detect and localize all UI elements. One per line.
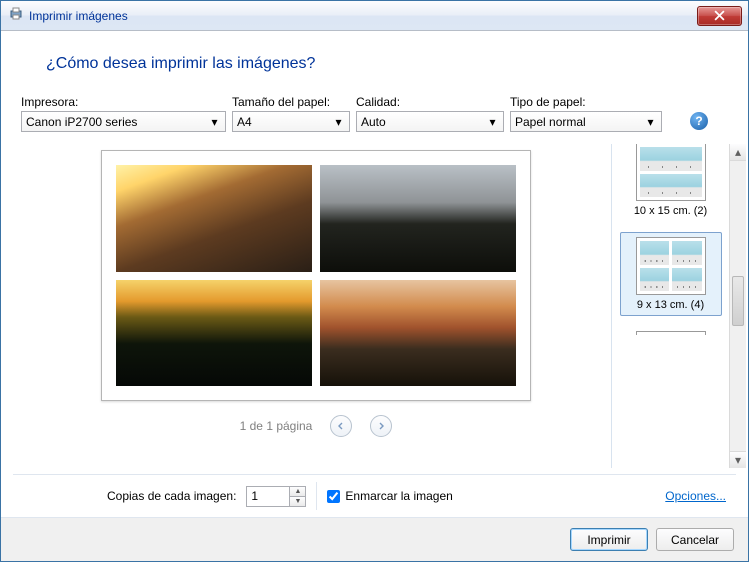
printer-label: Impresora: (21, 95, 226, 109)
print-preview (101, 150, 531, 401)
quality-select[interactable]: Auto ▾ (356, 111, 504, 132)
layout-thumb (636, 237, 706, 295)
scroll-thumb[interactable] (732, 276, 744, 326)
paper-type-select[interactable]: Papel normal ▾ (510, 111, 662, 132)
layouts-panel: 10 x 15 cm. (2) 9 x 13 cm. (4) ▴ (611, 144, 746, 468)
frame-checkbox[interactable] (327, 490, 340, 503)
page-indicator: 1 de 1 página (240, 419, 313, 433)
next-page-button[interactable] (370, 415, 392, 437)
preview-image (320, 165, 516, 272)
preview-image (116, 165, 312, 272)
layout-thumb (636, 331, 706, 336)
layout-label: 10 x 15 cm. (2) (634, 205, 707, 217)
chevron-down-icon: ▾ (206, 113, 223, 130)
layout-option-10x15[interactable]: 10 x 15 cm. (2) (620, 144, 722, 222)
frame-checkbox-row[interactable]: Enmarcar la imagen (327, 489, 452, 503)
dialog-footer: Imprimir Cancelar (1, 517, 748, 561)
chevron-down-icon: ▾ (484, 113, 501, 130)
quality-label: Calidad: (356, 95, 504, 109)
chevron-down-icon: ▾ (330, 113, 347, 130)
preview-image (320, 280, 516, 387)
copies-label: Copias de cada imagen: (107, 489, 236, 503)
copies-decrement[interactable]: ▼ (290, 496, 306, 507)
layouts-scrollbar[interactable]: ▴ ▾ (729, 144, 746, 468)
titlebar: Imprimir imágenes (1, 1, 748, 31)
scroll-track[interactable] (730, 161, 746, 451)
chevron-down-icon: ▾ (642, 113, 659, 130)
paper-type-label: Tipo de papel: (510, 95, 662, 109)
prev-page-button[interactable] (330, 415, 352, 437)
paper-size-label: Tamaño del papel: (232, 95, 350, 109)
copies-input[interactable] (246, 486, 290, 507)
scroll-down-button[interactable]: ▾ (730, 451, 746, 468)
separator (316, 482, 317, 510)
frame-checkbox-label: Enmarcar la imagen (345, 489, 452, 503)
help-icon[interactable]: ? (690, 112, 708, 130)
options-link[interactable]: Opciones... (665, 489, 726, 503)
paper-size-select[interactable]: A4 ▾ (232, 111, 350, 132)
settings-row: Impresora: Canon iP2700 series ▾ Tamaño … (1, 95, 748, 138)
copies-increment[interactable]: ▲ (290, 486, 306, 497)
instruction-text: ¿Cómo desea imprimir las imágenes? (1, 31, 748, 95)
layout-thumb (636, 144, 706, 201)
print-button[interactable]: Imprimir (570, 528, 648, 551)
printer-select[interactable]: Canon iP2700 series ▾ (21, 111, 226, 132)
preview-image (116, 280, 312, 387)
layout-option-next[interactable] (620, 326, 722, 336)
layout-label: 9 x 13 cm. (4) (637, 299, 704, 311)
print-icon (9, 7, 23, 24)
scroll-up-button[interactable]: ▴ (730, 144, 746, 161)
close-button[interactable] (697, 6, 742, 26)
cancel-button[interactable]: Cancelar (656, 528, 734, 551)
layout-option-9x13[interactable]: 9 x 13 cm. (4) (620, 232, 722, 316)
window-title: Imprimir imágenes (29, 9, 128, 23)
